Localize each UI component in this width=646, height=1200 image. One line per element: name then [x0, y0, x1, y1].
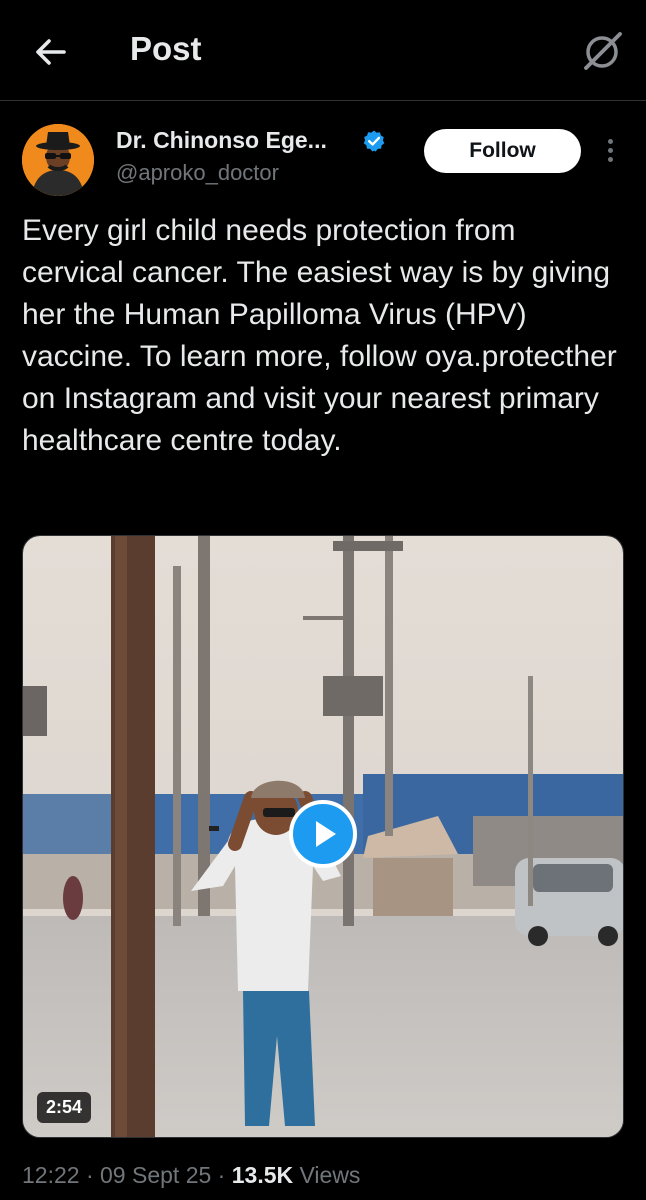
avatar[interactable] [22, 124, 94, 196]
top-bar: Post [0, 0, 646, 101]
author-handle[interactable]: @aproko_doctor [116, 160, 279, 186]
play-icon [316, 821, 336, 847]
follow-button[interactable]: Follow [424, 129, 581, 173]
views-count[interactable]: 13.5K [232, 1162, 293, 1188]
post-text: Every girl child needs protection from c… [22, 214, 617, 457]
verified-badge-icon [363, 130, 385, 152]
post-page: Post Dr. Chinonso Ege... @aproko_doctor … [0, 0, 646, 1200]
author-avatar-image [22, 124, 94, 196]
post-time: 12:22 [22, 1162, 80, 1188]
views-label: Views [299, 1162, 361, 1188]
meta-separator-2: · [217, 1162, 226, 1188]
play-button[interactable] [289, 800, 357, 868]
grok-icon [584, 32, 622, 70]
video-duration: 2:54 [37, 1092, 92, 1123]
post-meta: 12:22 · 09 Sept 25 · 13.5K Views [22, 1162, 360, 1189]
grok-button[interactable] [582, 30, 624, 72]
back-button[interactable] [30, 32, 70, 72]
more-vertical-icon [607, 139, 613, 144]
author-name[interactable]: Dr. Chinonso Ege... [116, 127, 327, 154]
arrow-left-icon [36, 39, 66, 65]
video-player[interactable]: 2:54 [22, 535, 624, 1138]
meta-separator: · [85, 1162, 94, 1188]
page-title: Post [130, 30, 202, 67]
post-date: 09 Sept 25 [100, 1162, 212, 1188]
more-options-button[interactable] [600, 136, 620, 166]
